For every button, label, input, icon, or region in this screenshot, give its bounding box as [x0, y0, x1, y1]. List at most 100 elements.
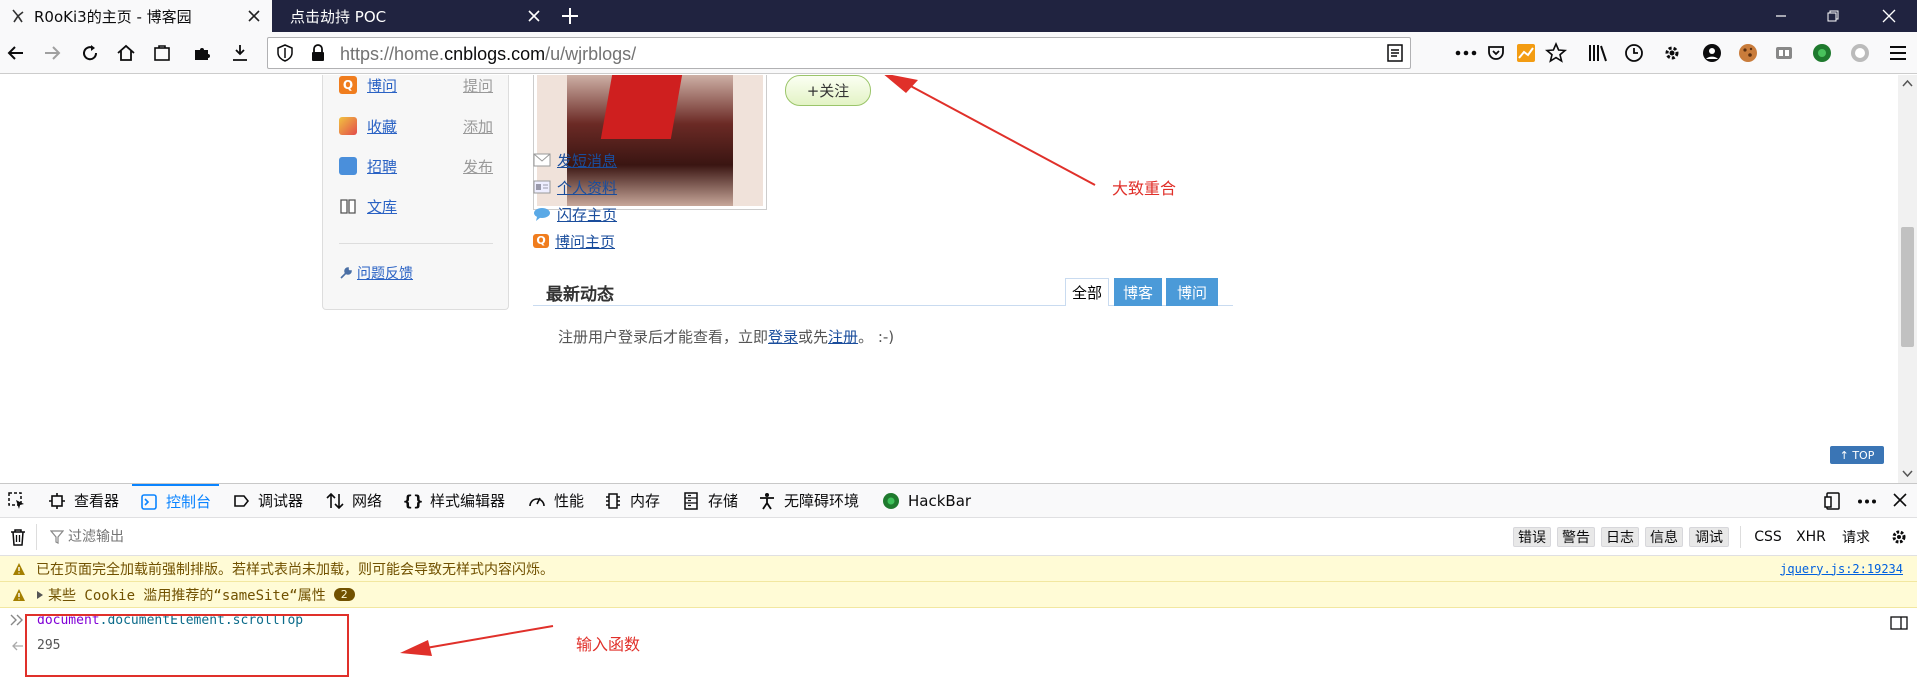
minimize-icon[interactable]: [1758, 0, 1804, 32]
page-scrollbar[interactable]: [1898, 75, 1917, 483]
devtools-toolbar: 查看器 控制台 调试器 网络 {} 样式编辑器 性能 内存 存储 无障碍环境 H…: [0, 484, 1917, 518]
login-suffix-text: 。 :-): [858, 328, 895, 346]
devtools-tab-memory[interactable]: 内存: [604, 484, 660, 517]
back-icon[interactable]: [4, 41, 28, 65]
filter-logs-button[interactable]: 日志: [1601, 527, 1639, 547]
container-extension-icon[interactable]: [1772, 41, 1796, 65]
register-link[interactable]: 注册: [828, 328, 858, 346]
send-message-link[interactable]: 发短消息: [533, 150, 617, 170]
tab-label: 网络: [352, 492, 383, 510]
login-link[interactable]: 登录: [768, 328, 798, 346]
element-picker-icon[interactable]: [8, 492, 26, 510]
flash-home-label[interactable]: 闪存主页: [557, 204, 617, 225]
sidebar-item-label[interactable]: 招聘: [367, 156, 397, 177]
devtools-tab-storage[interactable]: 存储: [682, 484, 738, 517]
account-icon[interactable]: [1700, 41, 1724, 65]
close-tab-icon[interactable]: [526, 8, 542, 24]
reload-icon[interactable]: [78, 41, 102, 65]
lock-icon[interactable]: [310, 44, 326, 62]
profile-info-label[interactable]: 个人资料: [557, 177, 617, 198]
sidebar-item-label[interactable]: 博问: [367, 75, 397, 96]
pocket-icon[interactable]: [1484, 41, 1508, 65]
home-icon[interactable]: [114, 41, 138, 65]
history-clock-icon[interactable]: [1622, 41, 1646, 65]
feedback-link[interactable]: 问题反馈: [339, 263, 413, 283]
send-message-label[interactable]: 发短消息: [557, 150, 617, 171]
filter-info-button[interactable]: 信息: [1645, 527, 1683, 547]
scroll-down-icon[interactable]: [1902, 470, 1913, 478]
feed-tab-all[interactable]: 全部: [1065, 278, 1109, 306]
expand-arrow-icon[interactable]: [36, 590, 44, 600]
close-tab-icon[interactable]: [246, 8, 262, 24]
filter-xhr-button[interactable]: XHR: [1793, 527, 1829, 547]
dock-side-icon[interactable]: [1824, 492, 1842, 510]
shield-icon[interactable]: [276, 44, 294, 62]
devtools-tab-accessibility[interactable]: 无障碍环境: [758, 484, 859, 517]
green-extension-icon[interactable]: [1810, 41, 1834, 65]
sidebar-item-bowen[interactable]: Q 博问: [339, 75, 397, 95]
tab-active[interactable]: R0oKi3的主页 - 博客园: [0, 0, 272, 32]
post-job-link[interactable]: 发布: [463, 156, 493, 177]
bookmark-star-icon[interactable]: [1544, 41, 1568, 65]
devtools-close-icon[interactable]: [1893, 493, 1907, 507]
chart-extension-icon[interactable]: [1514, 41, 1538, 65]
close-window-icon[interactable]: [1866, 0, 1912, 32]
cookie-extension-icon[interactable]: [1736, 41, 1760, 65]
warning-icon: [13, 588, 25, 601]
scroll-thumb[interactable]: [1901, 227, 1914, 347]
console-warning-row[interactable]: 已在页面完全加载前强制排版。若样式表尚未加载，则可能会导致无样式内容闪烁。 jq…: [0, 556, 1917, 582]
ask-question-link[interactable]: 提问: [463, 75, 493, 96]
add-favorite-link[interactable]: 添加: [463, 116, 493, 137]
filter-debug-button[interactable]: 调试: [1689, 527, 1729, 547]
more-actions-icon[interactable]: [1454, 41, 1478, 65]
devtools-more-icon[interactable]: [1857, 499, 1877, 504]
trash-icon[interactable]: [10, 528, 26, 546]
annotation-arrow-input: [400, 625, 554, 656]
url-bar[interactable]: https://home.cnblogs.com/u/wjrblogs/: [267, 37, 1411, 69]
screenshot-icon[interactable]: [150, 41, 174, 65]
bowen-home-link[interactable]: Q 博问主页: [533, 231, 615, 251]
console-filter-input[interactable]: [68, 526, 368, 548]
scroll-up-icon[interactable]: [1902, 79, 1913, 87]
hamburger-menu-icon[interactable]: [1886, 41, 1910, 65]
filter-errors-button[interactable]: 错误: [1513, 527, 1551, 547]
filter-warnings-button[interactable]: 警告: [1557, 527, 1595, 547]
gray-extension-icon[interactable]: [1848, 41, 1872, 65]
filter-requests-button[interactable]: 请求: [1837, 527, 1875, 547]
devtools-tab-console[interactable]: 控制台: [132, 484, 220, 517]
library-icon[interactable]: [1586, 41, 1610, 65]
devtools-tab-style-editor[interactable]: {} 样式编辑器: [402, 484, 505, 517]
reader-view-icon[interactable]: [1386, 44, 1404, 62]
filter-css-button[interactable]: CSS: [1751, 527, 1785, 547]
tab-inactive[interactable]: 点击劫持 POC: [280, 0, 552, 32]
profile-info-link[interactable]: 个人资料: [533, 177, 617, 197]
sidebar-item-favorites[interactable]: 收藏: [339, 116, 397, 136]
extension-puzzle-icon[interactable]: [190, 41, 214, 65]
sidebar-toggle-icon[interactable]: [1890, 616, 1908, 630]
bowen-home-label[interactable]: 博问主页: [555, 231, 615, 252]
restore-icon[interactable]: [1810, 0, 1856, 32]
console-settings-gear-icon[interactable]: [1890, 528, 1908, 546]
console-warning-row[interactable]: 某些 Cookie 滥用推荐的“sameSite“属性 2: [0, 582, 1917, 608]
devtools-tab-debugger[interactable]: 调试器: [232, 484, 303, 517]
follow-button[interactable]: +关注: [785, 75, 871, 106]
forward-icon[interactable]: [40, 41, 64, 65]
wrench-icon: [339, 266, 353, 280]
sidebar-item-jobs[interactable]: 招聘: [339, 156, 397, 176]
flash-home-link[interactable]: 闪存主页: [533, 204, 617, 224]
bookmark-save-icon[interactable]: [228, 41, 252, 65]
new-tab-icon[interactable]: [560, 6, 580, 26]
devtools-tab-hackbar[interactable]: HackBar: [882, 484, 971, 517]
gear-icon[interactable]: [1660, 41, 1684, 65]
feedback-label[interactable]: 问题反馈: [357, 263, 413, 283]
devtools-tab-inspector[interactable]: 查看器: [48, 484, 119, 517]
back-to-top-button[interactable]: ↑ TOP: [1830, 446, 1884, 464]
devtools-tab-network[interactable]: 网络: [326, 484, 382, 517]
sidebar-item-label[interactable]: 收藏: [367, 116, 397, 137]
sidebar-item-library[interactable]: 文库: [339, 196, 397, 216]
devtools-tab-performance[interactable]: 性能: [528, 484, 584, 517]
warning-source-link[interactable]: jquery.js:2:19234: [1780, 562, 1903, 576]
sidebar-item-label[interactable]: 文库: [367, 196, 397, 217]
feed-tab-qa[interactable]: 博问: [1166, 278, 1218, 306]
feed-tab-blog[interactable]: 博客: [1114, 278, 1162, 306]
